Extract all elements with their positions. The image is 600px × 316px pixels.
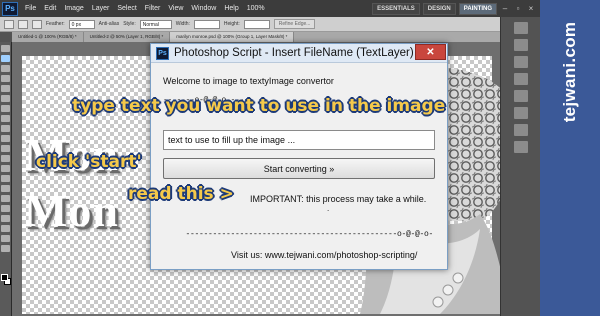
restore-icon[interactable]: ▫ bbox=[513, 4, 523, 13]
history-brush-tool-icon[interactable] bbox=[1, 135, 10, 142]
options-bar: Feather: 0 px Anti-alias Style: Normal W… bbox=[0, 17, 540, 32]
blur-tool-icon[interactable] bbox=[1, 165, 10, 172]
marquee-tool-preset[interactable] bbox=[4, 19, 14, 29]
history-panel-icon[interactable] bbox=[513, 124, 528, 136]
visit-link[interactable]: Visit us: www.tejwani.com/photoshop-scri… bbox=[231, 250, 417, 260]
layers-panel-icon[interactable] bbox=[513, 73, 528, 85]
antialias-label[interactable]: Anti-alias bbox=[99, 21, 120, 27]
tools-panel bbox=[0, 42, 12, 316]
workspace-switcher: ESSENTIALS DESIGN PAINTING – ▫ × bbox=[372, 2, 536, 15]
dodge-tool-icon[interactable] bbox=[1, 175, 10, 182]
brush-tool-icon[interactable] bbox=[1, 115, 10, 122]
hand-tool-icon[interactable] bbox=[1, 235, 10, 242]
decorative-dot: . bbox=[327, 204, 330, 213]
height-label: Height: bbox=[223, 21, 240, 27]
height-input[interactable] bbox=[243, 19, 270, 29]
brushes-panel-icon[interactable] bbox=[513, 141, 528, 153]
paths-panel-icon[interactable] bbox=[513, 107, 528, 119]
marquee-tool-icon[interactable] bbox=[1, 55, 10, 62]
shape-tool-icon[interactable] bbox=[1, 215, 10, 222]
menu-file[interactable]: File bbox=[21, 5, 40, 12]
crop-tool-icon[interactable] bbox=[1, 85, 10, 92]
menu-select[interactable]: Select bbox=[113, 5, 140, 12]
menu-window[interactable]: Window bbox=[187, 5, 220, 12]
pen-tool-icon[interactable] bbox=[1, 185, 10, 192]
style-select[interactable]: Normal bbox=[139, 19, 172, 29]
tab-marilyn-monroe[interactable]: marilyn monroe.psd @ 100% (Group 1, Laye… bbox=[170, 32, 295, 42]
panel-dock bbox=[500, 17, 540, 316]
foreground-color-swatch[interactable] bbox=[1, 274, 8, 281]
adjustments-panel-icon[interactable] bbox=[513, 56, 528, 68]
type-tool-icon[interactable] bbox=[1, 195, 10, 202]
fill-text-input[interactable] bbox=[163, 130, 435, 150]
photoshop-app-icon: Ps bbox=[156, 47, 169, 60]
script-dialog: Ps Photoshop Script - Insert FileName (T… bbox=[150, 43, 448, 270]
document-tabs: Untitled-1 @ 100% (RGB/8) * Untitled-2 @… bbox=[12, 32, 500, 42]
eyedropper-tool-icon[interactable] bbox=[1, 95, 10, 102]
feather-input[interactable]: 0 px bbox=[68, 19, 95, 29]
minimize-icon[interactable]: – bbox=[500, 4, 510, 13]
menu-help[interactable]: Help bbox=[220, 5, 242, 12]
gradient-tool-icon[interactable] bbox=[1, 155, 10, 162]
tab-untitled-2[interactable]: Untitled-2 @ 50% (Layer 1, RGB/8) * bbox=[84, 32, 171, 42]
window-close-icon[interactable]: × bbox=[526, 4, 536, 13]
swatches-panel-icon[interactable] bbox=[513, 39, 528, 51]
quick-select-tool-icon[interactable] bbox=[1, 75, 10, 82]
width-label: Width: bbox=[175, 21, 190, 27]
color-panel-icon[interactable] bbox=[513, 22, 528, 34]
workspace-design[interactable]: DESIGN bbox=[422, 2, 456, 15]
annotation-click-start: click 'start' bbox=[36, 152, 142, 172]
annotation-type-text: type text you want to use in the image bbox=[72, 96, 446, 116]
selection-mode-new[interactable] bbox=[18, 19, 28, 29]
style-label: Style: bbox=[123, 21, 136, 27]
photoshop-logo: Ps bbox=[2, 1, 18, 16]
menu-edit[interactable]: Edit bbox=[40, 5, 60, 12]
menu-layer[interactable]: Layer bbox=[88, 5, 114, 12]
zoom-level[interactable]: 100% bbox=[243, 5, 269, 12]
healing-tool-icon[interactable] bbox=[1, 105, 10, 112]
menu-filter[interactable]: Filter bbox=[141, 5, 165, 12]
menu-view[interactable]: View bbox=[164, 5, 187, 12]
dialog-title: Photoshop Script - Insert FileName (Text… bbox=[174, 47, 414, 59]
clone-stamp-tool-icon[interactable] bbox=[1, 125, 10, 132]
zoom-tool-icon[interactable] bbox=[1, 245, 10, 252]
tab-untitled-1[interactable]: Untitled-1 @ 100% (RGB/8) * bbox=[12, 32, 84, 42]
workspace-essentials[interactable]: ESSENTIALS bbox=[372, 2, 420, 15]
brand-panel: tejwani.com bbox=[540, 0, 600, 316]
dialog-close-button[interactable]: ✕ bbox=[415, 44, 446, 60]
lasso-tool-icon[interactable] bbox=[1, 65, 10, 72]
menu-image[interactable]: Image bbox=[60, 5, 87, 12]
eraser-tool-icon[interactable] bbox=[1, 145, 10, 152]
workspace-painting[interactable]: PAINTING bbox=[458, 2, 497, 15]
path-select-tool-icon[interactable] bbox=[1, 205, 10, 212]
menu-bar: Ps File Edit Image Layer Select Filter V… bbox=[0, 0, 540, 17]
dialog-titlebar[interactable]: Ps Photoshop Script - Insert FileName (T… bbox=[151, 44, 447, 63]
important-notice: IMPORTANT: this process may take a while… bbox=[250, 194, 427, 204]
start-converting-button[interactable]: Start converting » bbox=[163, 158, 435, 179]
move-tool-icon[interactable] bbox=[1, 45, 10, 52]
3d-rotate-tool-icon[interactable] bbox=[1, 225, 10, 232]
channels-panel-icon[interactable] bbox=[513, 90, 528, 102]
annotation-read-this: read this > bbox=[128, 184, 234, 204]
decorative-divider-bottom: ----------------------------------------… bbox=[185, 230, 433, 239]
feather-label: Feather: bbox=[46, 21, 65, 27]
refine-edge-button[interactable]: Refine Edge... bbox=[273, 19, 316, 29]
canvas-text-layer-2: Mon bbox=[24, 185, 119, 236]
brand-watermark: tejwani.com bbox=[560, 21, 579, 123]
selection-mode-add[interactable] bbox=[32, 19, 42, 29]
width-input[interactable] bbox=[193, 19, 220, 29]
welcome-text: Welcome to image to textyImage convertor bbox=[163, 76, 334, 86]
